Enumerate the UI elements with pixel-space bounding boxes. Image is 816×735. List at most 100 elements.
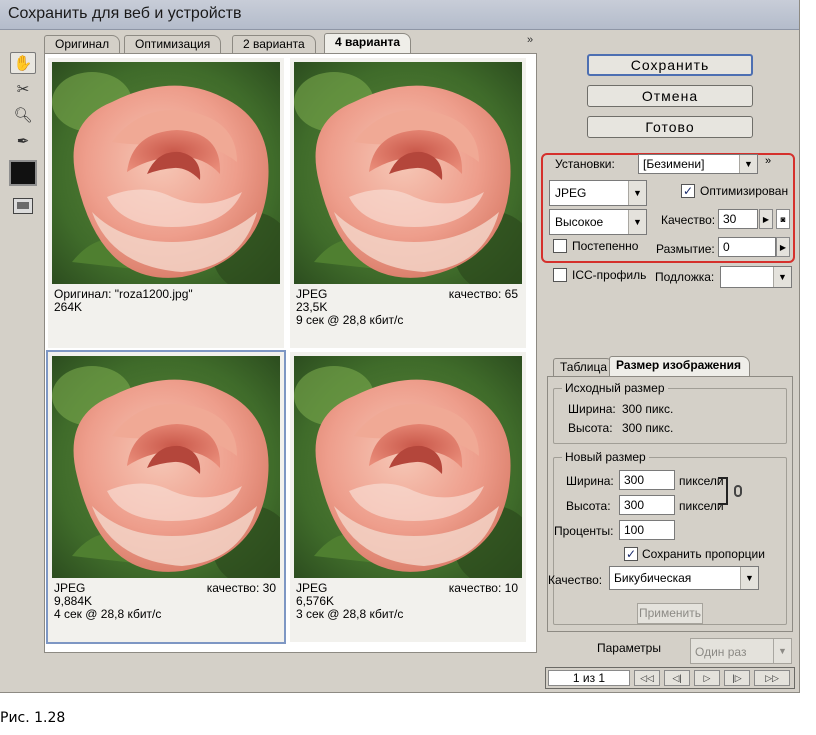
apply-button[interactable]: Применить	[637, 603, 703, 624]
animation-pager: 1 из 1 ◁◁ ◁| ▷ |▷ ▷▷	[545, 667, 795, 689]
constrain-proportions-checkbox[interactable]: ✓	[624, 547, 638, 561]
chevron-down-icon: ▼	[773, 267, 791, 287]
new-width-unit: пиксели	[679, 474, 724, 488]
first-frame-icon[interactable]: ◁◁	[634, 670, 660, 686]
preview-quality: качество: 65	[448, 287, 518, 301]
play-icon[interactable]: ▷	[694, 670, 720, 686]
rose-image	[52, 356, 280, 578]
image-size-panel: Исходный размер Ширина: 300 пикс. Высота…	[547, 376, 793, 632]
slice-select-tool-icon[interactable]: ✂	[10, 78, 36, 100]
preset-dropdown[interactable]: [Безимени] ▼	[638, 154, 758, 174]
rose-image	[52, 62, 280, 284]
figure-caption: Рис. 1.28	[0, 710, 66, 726]
resample-quality-dropdown[interactable]: Бикубическая ▼	[609, 566, 759, 590]
original-width-value: 300 пикс.	[622, 402, 674, 416]
preset-label: Установки:	[555, 157, 615, 171]
preview-cell-3[interactable]: JPEG качество: 30 9,884K 4 сек @ 28,8 кб…	[46, 350, 286, 644]
percent-value: 100	[624, 523, 645, 537]
quality-label: Качество:	[661, 213, 716, 227]
chevron-down-icon: ▼	[773, 639, 791, 663]
tab-4-up[interactable]: 4 варианта	[324, 33, 412, 53]
preview-cell-4[interactable]: JPEG качество: 10 6,576K 3 сек @ 28,8 кб…	[290, 352, 526, 642]
blur-slider-toggle-icon[interactable]: ▶	[776, 237, 790, 257]
preview-download-time: 3 сек @ 28,8 кбит/с	[296, 607, 404, 621]
chevron-down-icon: ▼	[740, 567, 758, 589]
preview-cell-2[interactable]: JPEG качество: 65 23,5K 9 сек @ 28,8 кби…	[290, 58, 526, 348]
tab-color-table[interactable]: Таблица	[553, 358, 615, 376]
next-frame-icon[interactable]: |▷	[724, 670, 750, 686]
format-value: JPEG	[555, 186, 587, 200]
icc-profile-label: ICC-профиль	[572, 268, 647, 282]
matte-label: Подложка:	[655, 270, 715, 284]
new-size-title: Новый размер	[562, 450, 649, 464]
new-height-unit: пиксели	[679, 499, 724, 513]
quality-input[interactable]: 30	[718, 209, 758, 229]
progressive-label: Постепенно	[572, 239, 639, 253]
title-bar: Сохранить для веб и устройств	[0, 0, 799, 30]
preview-size: 264K	[54, 300, 83, 314]
save-button[interactable]: Сохранить	[587, 54, 753, 76]
done-button[interactable]: Готово	[587, 116, 753, 138]
tab-optimized[interactable]: Оптимизация	[124, 35, 222, 53]
quality-preset-dropdown[interactable]: Высокое ▼	[549, 209, 647, 235]
new-width-label: Ширина:	[566, 474, 614, 488]
quality-slider-toggle-icon[interactable]: ▶	[759, 209, 773, 229]
prev-frame-icon[interactable]: ◁|	[664, 670, 690, 686]
preview-caption: JPEG качество: 10 6,576K 3 сек @ 28,8 кб…	[296, 582, 518, 621]
new-size-group: Новый размер Ширина: 300 пиксели Высота:…	[548, 450, 787, 625]
original-size-title: Исходный размер	[562, 381, 668, 395]
new-height-input[interactable]: 300	[619, 495, 675, 515]
percent-input[interactable]: 100	[619, 520, 675, 540]
save-for-web-dialog: Сохранить для веб и устройств ✋ ✂ 🔍︎ ✒ О…	[0, 0, 800, 693]
resample-quality-value: Бикубическая	[614, 571, 692, 585]
frame-counter: 1 из 1	[548, 670, 630, 686]
new-height-label: Высота:	[566, 499, 611, 513]
chevron-down-icon: ▼	[628, 210, 646, 234]
tab-image-size[interactable]: Размер изображения	[609, 356, 750, 376]
preview-format: Оригинал: "roza1200.jpg"	[54, 287, 193, 301]
tabs-overflow-icon[interactable]: »	[527, 34, 533, 46]
preview-cell-original[interactable]: Оригинал: "roza1200.jpg" 264K	[48, 58, 284, 348]
hand-tool-icon[interactable]: ✋	[10, 52, 36, 74]
link-icon	[734, 485, 742, 497]
icc-profile-checkbox[interactable]	[553, 268, 567, 282]
format-dropdown[interactable]: JPEG ▼	[549, 180, 647, 206]
optimized-checkbox[interactable]: ✓	[681, 184, 695, 198]
new-height-value: 300	[624, 498, 645, 512]
new-width-input[interactable]: 300	[619, 470, 675, 490]
preview-download-time: 9 сек @ 28,8 кбит/с	[296, 313, 404, 327]
rose-image	[294, 62, 522, 284]
eyedropper-tool-icon[interactable]: ✒	[10, 130, 36, 152]
original-height-value: 300 пикс.	[622, 421, 674, 435]
preset-value: [Безимени]	[643, 157, 705, 171]
params-label: Параметры	[597, 641, 661, 655]
preview-area: Оригинал: "roza1200.jpg" 264K JPEG качес…	[44, 53, 537, 653]
settings-menu-icon[interactable]: »	[765, 155, 771, 167]
chevron-down-icon: ▼	[628, 181, 646, 205]
zoom-tool-icon[interactable]: 🔍︎	[10, 104, 36, 126]
window-title: Сохранить для веб и устройств	[8, 5, 242, 22]
chevron-down-icon: ▼	[739, 155, 757, 173]
preview-caption: JPEG качество: 65 23,5K 9 сек @ 28,8 кби…	[296, 288, 518, 327]
constrain-proportions-label: Сохранить пропорции	[642, 547, 765, 561]
optimized-label: Оптимизирован	[700, 184, 789, 198]
info-tabs: Таблица Размер изображения	[547, 356, 797, 376]
original-height-label: Высота:	[568, 421, 613, 435]
quality-preset-value: Высокое	[555, 215, 604, 229]
tab-original[interactable]: Оригинал	[44, 35, 121, 53]
new-width-value: 300	[624, 473, 645, 487]
cancel-button[interactable]: Отмена	[587, 85, 753, 107]
matte-dropdown[interactable]: ▼	[720, 266, 792, 288]
quality-mask-icon[interactable]: ◙	[776, 209, 790, 229]
blur-input[interactable]: 0	[718, 237, 776, 257]
original-width-label: Ширина:	[568, 402, 616, 416]
eyedropper-color-swatch[interactable]	[9, 160, 37, 186]
progressive-checkbox[interactable]	[553, 239, 567, 253]
last-frame-icon[interactable]: ▷▷	[754, 670, 790, 686]
preview-quality: качество: 10	[448, 581, 518, 595]
params-dropdown[interactable]: Один раз ▼	[690, 638, 792, 664]
tab-2-up[interactable]: 2 варианта	[232, 35, 316, 53]
quality-value: 30	[723, 212, 737, 226]
preview-download-time: 4 сек @ 28,8 кбит/с	[54, 607, 162, 621]
toggle-slices-icon[interactable]	[13, 198, 33, 214]
